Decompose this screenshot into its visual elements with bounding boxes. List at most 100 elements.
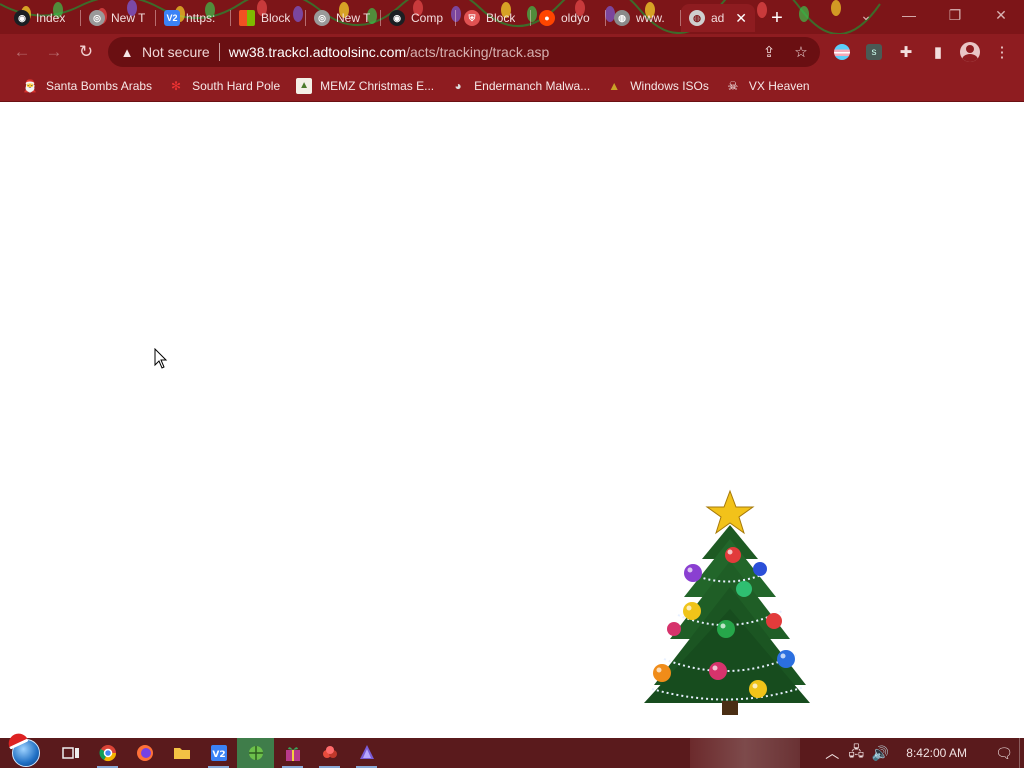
- shield-icon: ⛨: [464, 10, 480, 26]
- new-tab-button[interactable]: +: [763, 4, 791, 32]
- reddit-icon: ●: [539, 10, 555, 26]
- tree-icon: ▲: [608, 78, 621, 93]
- reload-button[interactable]: ↻: [70, 36, 102, 68]
- s-extension-icon: s: [866, 44, 882, 60]
- tab-strip: ◉ Index ◎ New T V2 https: Block ◎ New T …: [0, 0, 1024, 34]
- christmas-tree-image: [644, 489, 810, 715]
- raccoon-icon: ◕: [454, 78, 462, 93]
- taskbar-file-explorer[interactable]: [163, 738, 200, 768]
- extensions-area: s ✚ ▮ ⋮: [826, 36, 1018, 68]
- clock[interactable]: 8:42:00 AM: [906, 746, 967, 760]
- tab-https[interactable]: V2 https:: [156, 4, 231, 32]
- bookmark-item[interactable]: ◕ Endermanch Malwa...: [442, 73, 598, 99]
- tab-close-icon[interactable]: ✕: [735, 10, 747, 27]
- bookmark-label: Windows ISOs: [630, 78, 709, 93]
- bookmark-label: MEMZ Christmas E...: [320, 78, 435, 93]
- tab-active-ad[interactable]: ◍ ad ✕: [681, 4, 755, 32]
- tab-label: https:: [186, 11, 216, 25]
- tab-label: New T: [336, 11, 371, 25]
- chevron-up-icon[interactable]: ︿: [820, 738, 844, 768]
- tab-label: Block: [486, 11, 516, 25]
- taskbar-v2[interactable]: V2: [200, 738, 237, 768]
- tab-comp[interactable]: ◉ Comp: [381, 4, 456, 32]
- taskbar-background-art: [690, 738, 800, 768]
- snowflake-icon: ✻: [171, 78, 182, 93]
- forward-button[interactable]: →: [38, 36, 70, 68]
- tab-label: www.: [636, 11, 665, 25]
- chrome-icon: ◎: [89, 10, 105, 26]
- puzzle-icon[interactable]: ✚: [890, 36, 922, 68]
- bookmark-label: Endermanch Malwa...: [474, 78, 591, 93]
- taskbar-app-purple[interactable]: [274, 738, 311, 768]
- tab-oldyo[interactable]: ● oldyo: [531, 4, 606, 32]
- bookmark-star-icon[interactable]: ☆: [788, 40, 814, 64]
- bookmark-label: VX Heaven: [748, 78, 810, 93]
- tab-new-tab[interactable]: ◎ New T: [81, 4, 156, 32]
- window-controls: ⌄ — ❐ ✕: [846, 0, 1024, 30]
- tab-new-tab-2[interactable]: ◎ New T: [306, 4, 381, 32]
- avatar: [960, 42, 980, 62]
- bookmark-label: Santa Bombs Arabs: [46, 78, 153, 93]
- tab-block[interactable]: Block: [231, 4, 306, 32]
- start-button[interactable]: [0, 730, 52, 768]
- extension-s-button[interactable]: s: [858, 36, 890, 68]
- taskbar-firefox[interactable]: [126, 738, 163, 768]
- github-icon: ◉: [14, 10, 30, 26]
- browser-window: ◉ Index ◎ New T V2 https: Block ◎ New T …: [0, 0, 1024, 768]
- address-bar-actions: ⇪ ☆: [756, 40, 814, 64]
- taskbar-app-red[interactable]: [311, 738, 348, 768]
- close-window-button[interactable]: ✕: [978, 0, 1024, 30]
- tab-search-button[interactable]: ⌄: [846, 0, 886, 30]
- notification-icon[interactable]: 🗨: [989, 738, 1019, 768]
- task-view-icon: [61, 747, 79, 759]
- bookmark-item[interactable]: ▲ Windows ISOs: [598, 73, 717, 99]
- share-icon[interactable]: ⇪: [756, 40, 782, 64]
- windows-start-orb-icon: [5, 730, 40, 767]
- bookmark-item[interactable]: ▲ MEMZ Christmas E...: [288, 73, 442, 99]
- gift-icon: [285, 747, 300, 761]
- side-panel-icon[interactable]: ▮: [922, 36, 954, 68]
- browser-toolbar: ← → ↻ ▲ Not secure ww38.trackcl.adtoolsi…: [0, 34, 1024, 70]
- show-desktop-button[interactable]: [1019, 738, 1024, 768]
- bookmark-item[interactable]: ☠ VX Heaven: [717, 73, 818, 99]
- bookmark-item[interactable]: 🎅 Santa Bombs Arabs: [14, 73, 160, 99]
- page-content: [0, 103, 1024, 738]
- tab-block-2[interactable]: ⛨ Block: [456, 4, 531, 32]
- warning-icon[interactable]: ▲: [120, 45, 134, 60]
- mouse-cursor-icon: [154, 348, 168, 369]
- windows-icon: [239, 10, 255, 26]
- taskbar-app-blue[interactable]: [348, 738, 385, 768]
- security-label[interactable]: Not secure: [142, 44, 210, 60]
- folder-icon: [173, 748, 190, 759]
- taskbar-chrome[interactable]: [89, 738, 126, 768]
- taskbar-app-green[interactable]: [237, 738, 274, 768]
- globe-icon: [248, 746, 263, 760]
- minimize-button[interactable]: —: [886, 0, 932, 30]
- crystal-icon: [359, 745, 374, 759]
- v2-icon: V2: [164, 10, 180, 26]
- url-text[interactable]: ww38.trackcl.adtoolsinc.com/acts/trackin…: [229, 44, 550, 60]
- v2-icon: V2: [210, 745, 227, 761]
- tab-www[interactable]: ◍ www.: [606, 4, 681, 32]
- skull-icon: ☠: [727, 78, 739, 93]
- back-button[interactable]: ←: [6, 36, 38, 68]
- bookmark-item[interactable]: ✻ South Hard Pole: [160, 73, 288, 99]
- chrome-icon: ◎: [314, 10, 330, 26]
- image-icon: ▲: [296, 77, 313, 94]
- taskbar-task-view[interactable]: [52, 738, 89, 768]
- tab-label: Block: [261, 11, 291, 25]
- menu-icon[interactable]: ⋮: [986, 36, 1018, 68]
- restore-button[interactable]: ❐: [932, 0, 978, 30]
- network-icon[interactable]: 🖧: [844, 738, 868, 768]
- bookmark-label: South Hard Pole: [192, 78, 281, 93]
- tab-index[interactable]: ◉ Index: [6, 4, 81, 32]
- address-bar[interactable]: ▲ Not secure ww38.trackcl.adtoolsinc.com…: [108, 37, 820, 67]
- tab-list: ◉ Index ◎ New T V2 https: Block ◎ New T …: [6, 4, 791, 34]
- globe-icon: ◍: [614, 10, 630, 26]
- volume-icon[interactable]: 🔊: [868, 738, 892, 768]
- profile-button[interactable]: [954, 36, 986, 68]
- tab-label: New T: [111, 11, 146, 25]
- pride-flag-icon: [834, 44, 850, 60]
- extension-flag-button[interactable]: [826, 36, 858, 68]
- system-tray: ︿ 🖧 🔊 8:42:00 AM 🗨: [820, 738, 1024, 768]
